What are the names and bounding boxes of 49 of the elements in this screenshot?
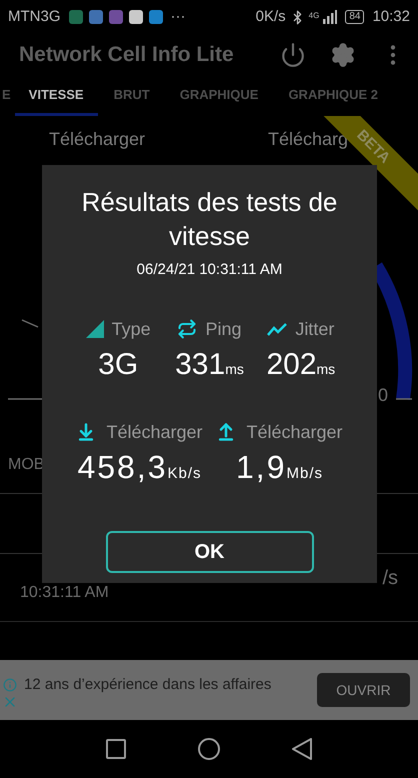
metric-value: 202ms [266,346,336,382]
gauge-label: 0 [378,384,388,407]
home-icon[interactable] [198,738,220,760]
signal-icon [323,10,338,24]
metric-value: 3G [98,346,138,382]
ad-text: 12 ans d’expérience dans les affaires [24,674,272,695]
more-notifications: ··· [170,6,186,27]
trend-icon [267,322,288,336]
download-label: Télécharger [48,128,146,151]
transfer-value: 458,3 Kb/s [77,448,202,486]
tab[interactable]: GRAPHIQUE [166,76,272,116]
gauge-baseline [8,398,42,400]
ok-button[interactable]: OK [106,530,314,572]
metric-label: Ping [205,318,242,341]
signal-icon [86,320,104,338]
recents-icon[interactable] [106,739,126,759]
transfer-label: Télécharger [106,420,203,444]
app-icon [88,10,102,24]
metric-value: 331ms [175,346,244,382]
tab[interactable]: BRUT [100,76,164,116]
metric-label: Type [112,318,151,341]
history-time: 10:31:11 AM [20,583,109,603]
transfer-value: 1,9 Mb/s [236,448,323,486]
history-unit: /s [382,566,398,591]
network-type: 4G [308,12,320,20]
open-button[interactable]: OUVRIR [317,673,410,707]
tab[interactable]: E [0,76,13,116]
transfer-label: Télécharger [246,420,343,444]
dialog-title: Résultats des tests de vitesse [80,186,338,253]
app-icon [148,10,162,24]
tab[interactable]: VITESSE [14,76,98,116]
network-speed: 0K/s [256,6,286,27]
carrier-label: MTN3G [8,6,60,27]
clock: 10:32 [372,6,410,27]
app-icon [108,10,122,24]
metric-label: Jitter [295,318,334,340]
back-icon[interactable] [292,738,312,760]
app-title: Network Cell Info Lite [19,42,234,68]
gauge-baseline [396,398,412,400]
app-icon [68,10,82,24]
repeat-icon [177,319,198,339]
gauge-tick [22,319,38,328]
app-icon [128,10,142,24]
power-icon[interactable] [280,42,306,68]
battery-indicator: 84 [345,10,364,24]
test-date: 06/24/21 10:31:11 AM [136,260,282,280]
settings-icon[interactable] [330,42,356,68]
upload-label: Télécharg [268,128,348,151]
tab[interactable]: GRAPHIQUE 2 [274,76,392,116]
